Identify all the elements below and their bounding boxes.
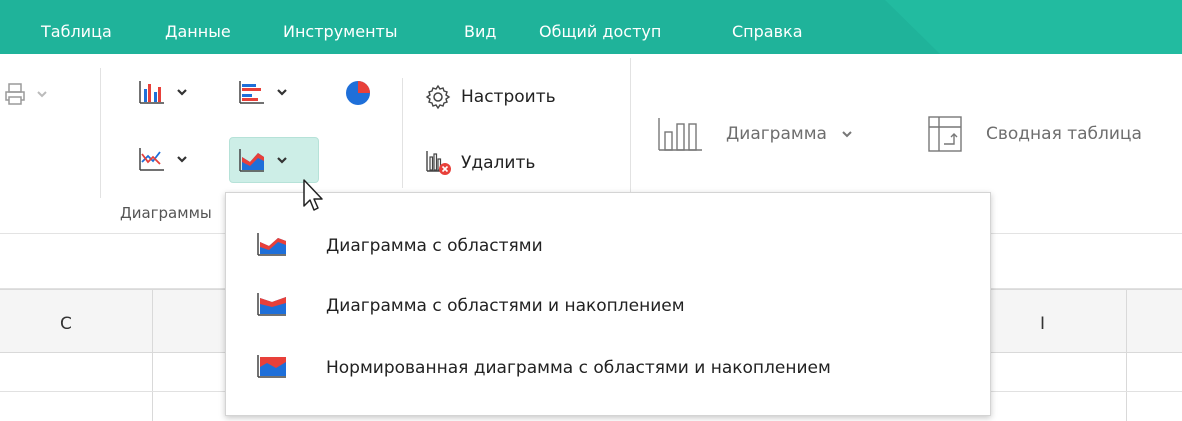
- bar-chart-icon: [239, 81, 264, 104]
- chevron-down-icon: [277, 89, 287, 96]
- chevron-down-icon: [177, 156, 187, 163]
- area-chart-dropdown: Диаграмма с областями Диаграмма с област…: [225, 192, 991, 416]
- chart-label: Диаграмма: [726, 124, 827, 144]
- settings-button[interactable]: Настроить: [425, 84, 556, 110]
- area-chart-icon: [257, 233, 286, 256]
- stacked-area-chart-icon: [257, 293, 286, 316]
- column-divider: [152, 289, 153, 421]
- pivot-table-button[interactable]: Сводная таблица: [926, 114, 1142, 154]
- menu-item-tools[interactable]: Инструменты: [283, 22, 398, 41]
- column-chart-button[interactable]: [138, 79, 190, 105]
- bar-chart-button[interactable]: [238, 79, 290, 105]
- menu-item-table[interactable]: Таблица: [41, 22, 112, 41]
- dropdown-item-label: Диаграмма с областями: [326, 236, 543, 256]
- chevron-down-icon: [37, 91, 47, 98]
- dropdown-item-label: Нормированная диаграмма с областями и на…: [326, 358, 831, 378]
- dropdown-item-label: Диаграмма с областями и накоплением: [326, 296, 685, 316]
- chart-icon: [658, 118, 702, 151]
- printer-icon: [5, 83, 25, 105]
- percent-stacked-area-chart-icon: [257, 355, 286, 378]
- column-chart-icon: [139, 81, 164, 104]
- pivot-table-icon: [928, 116, 962, 152]
- dropdown-item-percent-stacked-area-chart[interactable]: Нормированная диаграмма с областями и на…: [226, 339, 990, 397]
- pie-chart-button[interactable]: [344, 79, 372, 107]
- chevron-down-icon: [277, 157, 287, 164]
- column-header-c[interactable]: C: [60, 314, 72, 334]
- delete-chart-button[interactable]: Удалить: [425, 149, 535, 177]
- line-chart-button[interactable]: [138, 146, 190, 172]
- print-button[interactable]: [4, 82, 50, 106]
- menu-item-sharing[interactable]: Общий доступ: [539, 22, 661, 41]
- column-header-i[interactable]: I: [1040, 314, 1045, 334]
- chevron-down-icon: [842, 131, 852, 138]
- gear-icon: [425, 84, 451, 110]
- dropdown-item-area-chart[interactable]: Диаграмма с областями: [226, 217, 990, 275]
- ribbon-separator: [100, 68, 101, 198]
- insert-chart-button[interactable]: Диаграмма: [656, 114, 855, 154]
- menu-item-view[interactable]: Вид: [464, 22, 496, 41]
- line-chart-icon: [139, 148, 164, 171]
- area-chart-button[interactable]: [229, 137, 319, 183]
- area-chart-icon: [239, 149, 264, 172]
- pie-chart-icon: [346, 81, 370, 105]
- settings-label: Настроить: [461, 87, 556, 107]
- menu-item-help[interactable]: Справка: [732, 22, 803, 41]
- column-divider: [1126, 289, 1127, 421]
- mouse-cursor-icon: [303, 179, 323, 211]
- ribbon-separator: [402, 78, 403, 188]
- dropdown-item-stacked-area-chart[interactable]: Диаграмма с областями и накоплением: [226, 277, 990, 335]
- delete-label: Удалить: [461, 153, 536, 173]
- ribbon-separator: [630, 58, 631, 204]
- chevron-down-icon: [177, 89, 187, 96]
- delete-chart-icon: [426, 151, 451, 175]
- charts-group-label: Диаграммы: [120, 204, 212, 222]
- pivot-table-label: Сводная таблица: [986, 124, 1142, 144]
- menu-item-data[interactable]: Данные: [165, 22, 231, 41]
- menu-bar: Таблица Данные Инструменты Вид Общий дос…: [0, 0, 1182, 54]
